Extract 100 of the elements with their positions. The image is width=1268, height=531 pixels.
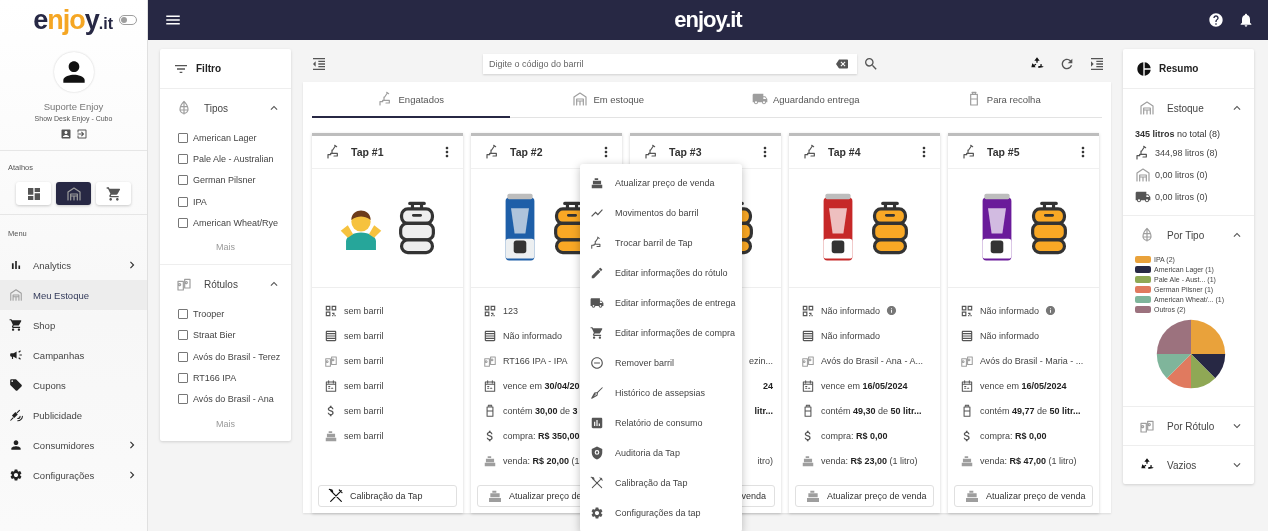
option-label: Pale Ale - Australian <box>193 153 274 164</box>
menu-item[interactable]: Relatório de consumo <box>580 408 742 438</box>
qr-code-icon <box>960 303 974 318</box>
field-text: compra: R$ 0,00 <box>980 430 1047 441</box>
card-title: Tap #3 <box>669 146 703 158</box>
menu-item[interactable]: Auditoria da Tap <box>580 438 742 468</box>
section-title: Por Tipo <box>1167 229 1206 241</box>
menu-item[interactable]: Editar informações do rótulo <box>580 258 742 288</box>
pie-slice <box>1190 354 1215 389</box>
checkbox[interactable] <box>178 153 188 164</box>
checkbox[interactable] <box>178 132 188 143</box>
cash-register-icon <box>964 488 980 504</box>
checkbox[interactable] <box>178 394 188 405</box>
cash-register-icon <box>801 453 815 468</box>
shortcut-button[interactable] <box>56 182 91 205</box>
menu-item[interactable]: Remover barril <box>580 348 742 378</box>
collapse-icon[interactable] <box>311 56 327 72</box>
nav-item[interactable]: Configurações <box>0 460 147 490</box>
list-icon <box>483 328 497 343</box>
qr-code-icon <box>483 303 497 318</box>
nav-item[interactable]: Consumidores <box>0 430 147 460</box>
field-text: ezin... <box>749 355 773 366</box>
field-text: venda: R$ 20,00 (1 <box>503 455 580 466</box>
section-title: Por Rótulo <box>1167 420 1216 432</box>
profile-icon[interactable] <box>59 128 72 140</box>
card-title: Tap #5 <box>987 146 1021 158</box>
cash-register-icon <box>324 428 338 443</box>
option-label: American Wheat/Rye <box>193 217 279 228</box>
expand-icon[interactable] <box>1089 56 1105 72</box>
search-field[interactable]: Digite o código do barril <box>483 54 857 74</box>
option-label: RT166 IPA <box>193 373 237 383</box>
pie-chart-icon <box>1136 60 1152 77</box>
cash-register-icon <box>487 488 503 504</box>
clear-icon[interactable] <box>836 58 848 70</box>
info-icon[interactable] <box>886 305 898 316</box>
card-action-button[interactable]: Atualizar preço de venda <box>795 485 934 507</box>
beer-tap-icon <box>590 236 604 250</box>
keg-icon <box>960 403 974 418</box>
tab[interactable]: Em estoque <box>509 82 707 118</box>
info-icon[interactable] <box>1045 305 1057 316</box>
nav-item[interactable]: Campanhas <box>0 340 147 370</box>
list-icon <box>324 328 338 343</box>
notification-icon[interactable] <box>1238 12 1254 28</box>
tab[interactable]: Para recolha <box>904 82 1102 118</box>
field-text: compra: R$ 0,00 <box>821 430 888 441</box>
settings-icon <box>9 468 23 482</box>
stock-text: 0,00 litros (0) <box>1155 192 1208 202</box>
field-text: contém 30,00 de 3 <box>503 405 578 416</box>
field-text: sem barril <box>344 305 384 316</box>
checkbox[interactable] <box>178 373 188 383</box>
field-text: RT166 IPA - IPA <box>503 355 568 366</box>
avatar <box>53 52 94 92</box>
field-text: contém 49,77 de 50 litr... <box>980 405 1081 416</box>
logout-icon[interactable] <box>75 128 88 140</box>
menu-item[interactable]: Atualizar preço de venda <box>580 168 742 198</box>
tab[interactable]: Engatados <box>312 82 510 118</box>
cart-icon <box>590 326 604 340</box>
tab[interactable]: Aguardando entrega <box>707 82 905 118</box>
stock-text: 0,00 litros (0) <box>1155 170 1208 180</box>
stock-text: 344,98 litros (8) <box>1155 148 1218 158</box>
shield-icon <box>590 446 604 460</box>
panel-title: Resumo <box>1159 63 1199 74</box>
list-icon <box>960 328 974 343</box>
nav-item[interactable]: Cupons <box>0 370 147 400</box>
checkbox[interactable] <box>178 330 188 341</box>
checkbox[interactable] <box>178 196 188 207</box>
shortcut-button[interactable] <box>96 182 131 205</box>
checkbox[interactable] <box>178 217 188 228</box>
refresh-icon[interactable] <box>1059 56 1075 72</box>
nav-item[interactable]: Analytics <box>0 250 147 280</box>
checkbox[interactable] <box>178 175 188 186</box>
nav-item[interactable]: Shop <box>0 310 147 340</box>
menu-item[interactable]: Movimentos do barril <box>580 198 742 228</box>
checkbox[interactable] <box>178 309 188 320</box>
panel-title: Filtro <box>196 63 221 74</box>
field-text: sem barril <box>344 330 384 341</box>
nav-item[interactable]: Meu Estoque <box>0 280 147 310</box>
card-action-button[interactable]: Calibração da Tap <box>318 485 457 507</box>
card-action-button[interactable]: Atualizar preço de venda <box>954 485 1093 507</box>
section-title: Tipos <box>204 102 230 114</box>
pencil-icon <box>590 266 604 280</box>
nav-item[interactable]: Publicidade <box>0 400 147 430</box>
shortcut-button[interactable] <box>16 182 51 205</box>
cart-icon <box>9 318 23 332</box>
truck-icon <box>1135 189 1151 205</box>
warehouse-icon <box>1139 100 1155 116</box>
tag-icon <box>9 378 23 392</box>
menu-item[interactable]: Editar informações de compra <box>580 318 742 348</box>
menu-item[interactable]: Trocar barril de Tap <box>580 228 742 258</box>
menu-item[interactable]: Editar informações de entrega <box>580 288 742 318</box>
help-icon[interactable] <box>1208 12 1224 28</box>
section-title: Vazios <box>1167 459 1198 471</box>
pie-slice <box>1156 354 1191 379</box>
section-title: Estoque <box>1167 102 1205 114</box>
menu-item[interactable]: Histórico de assepsias <box>580 378 742 408</box>
checkbox[interactable] <box>178 351 188 362</box>
warehouse-icon <box>572 91 589 107</box>
search-icon[interactable] <box>863 56 879 72</box>
cans-icon <box>801 353 815 368</box>
qr-code-icon <box>801 303 815 318</box>
